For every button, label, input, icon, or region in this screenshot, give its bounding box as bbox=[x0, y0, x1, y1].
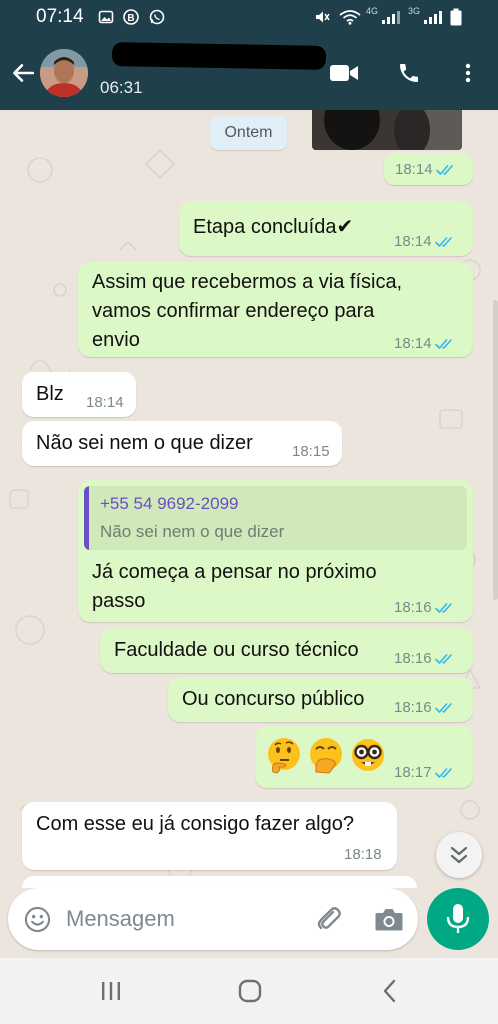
gallery-notification-icon bbox=[98, 10, 114, 24]
image-message-thumbnail[interactable] bbox=[312, 110, 462, 150]
status-time: 07:14 bbox=[36, 6, 84, 27]
message-time: 18:14 bbox=[86, 394, 124, 411]
phone-icon[interactable] bbox=[397, 61, 421, 85]
message-time: 18:17 bbox=[394, 764, 457, 781]
outgoing-message-image-time[interactable]: 18:14 bbox=[384, 153, 473, 185]
time-text: 18:16 bbox=[394, 650, 432, 667]
time-text: 18:14 bbox=[394, 335, 432, 352]
message-composer[interactable]: Mensagem bbox=[8, 888, 418, 950]
message-text: Blz bbox=[36, 383, 64, 405]
more-vert-icon[interactable] bbox=[456, 61, 480, 85]
quote-accent-bar bbox=[84, 486, 89, 550]
message-text: Etapa concluída✔ bbox=[193, 216, 354, 238]
read-receipt-icon bbox=[435, 165, 453, 175]
network-type-a: 4G bbox=[366, 6, 379, 16]
incoming-message-partial[interactable] bbox=[22, 876, 417, 888]
image-content bbox=[312, 110, 462, 150]
message-time: 18:16 bbox=[394, 599, 457, 616]
thinking-face-emoji-icon bbox=[268, 738, 300, 774]
message-text: Ou concurso público bbox=[182, 688, 365, 710]
mic-icon bbox=[446, 904, 470, 933]
back-arrow-icon[interactable] bbox=[10, 60, 36, 86]
nav-home-icon[interactable] bbox=[237, 978, 263, 1004]
quoted-sender: +55 54 9692-2099 bbox=[100, 494, 239, 513]
outgoing-emoji-message[interactable]: 18:17 bbox=[255, 726, 473, 788]
scroll-down-icon bbox=[450, 846, 468, 864]
outgoing-message[interactable]: Etapa concluída✔ 18:14 bbox=[179, 201, 473, 256]
message-time: 18:14 bbox=[394, 233, 457, 250]
outgoing-reply-message[interactable]: +55 54 9692-2099 Não sei nem o que dizer… bbox=[78, 480, 473, 622]
signal-icon-a bbox=[382, 11, 400, 24]
nav-recent-icon[interactable] bbox=[98, 980, 124, 1002]
read-receipt-icon bbox=[434, 703, 452, 713]
emoji-icon[interactable] bbox=[24, 906, 51, 933]
voice-message-button[interactable] bbox=[427, 888, 489, 950]
mute-icon bbox=[316, 11, 330, 23]
read-receipt-icon bbox=[434, 237, 452, 247]
message-time: 18:14 bbox=[394, 335, 457, 352]
scrollbar-thumb[interactable] bbox=[493, 300, 498, 600]
message-text: Já começa a pensar no próximo passo bbox=[92, 561, 377, 612]
time-text: 18:16 bbox=[394, 699, 432, 716]
redacted-contact-name bbox=[111, 42, 327, 70]
quoted-text: Não sei nem o que dizer bbox=[100, 522, 285, 541]
read-receipt-icon bbox=[434, 654, 452, 664]
scroll-to-bottom-button[interactable] bbox=[436, 832, 482, 878]
message-time: 18:16 bbox=[394, 699, 457, 716]
message-text: Faculdade ou curso técnico bbox=[114, 639, 359, 661]
read-receipt-icon bbox=[434, 339, 452, 349]
date-separator: Ontem bbox=[210, 116, 287, 150]
message-time: 18:18 bbox=[344, 846, 382, 863]
message-time: 18:15 bbox=[292, 443, 330, 460]
b-notification-icon: B bbox=[123, 9, 139, 25]
face-with-hand-over-mouth-emoji-icon bbox=[310, 738, 342, 774]
message-text: Não sei nem o que dizer bbox=[36, 432, 253, 454]
status-bar: 07:14 B 4G 3G bbox=[0, 0, 498, 36]
incoming-message[interactable]: Não sei nem o que dizer 18:15 bbox=[22, 421, 342, 466]
outgoing-message[interactable]: Ou concurso público 18:16 bbox=[168, 677, 473, 722]
chat-header: 06:31 bbox=[0, 36, 498, 110]
incoming-message[interactable]: Com esse eu já consigo fazer algo? 18:18 bbox=[22, 802, 397, 870]
battery-icon bbox=[450, 8, 462, 26]
camera-icon[interactable] bbox=[374, 906, 404, 932]
message-text: Assim que recebermos a via física, vamos… bbox=[92, 271, 403, 351]
contact-photo bbox=[40, 49, 88, 97]
message-input[interactable]: Mensagem bbox=[66, 906, 175, 932]
last-seen-time: 06:31 bbox=[100, 78, 143, 97]
system-nav-bar bbox=[0, 958, 498, 1024]
read-receipt-icon bbox=[434, 768, 452, 778]
attach-icon[interactable] bbox=[314, 904, 344, 934]
message-text: Com esse eu já consigo fazer algo? bbox=[36, 813, 354, 835]
network-type-b: 3G bbox=[408, 6, 421, 16]
time-text: 18:16 bbox=[394, 599, 432, 616]
chat-area[interactable]: Ontem 18:14 Etapa concluída✔ 18:14 Assim… bbox=[0, 110, 498, 888]
quoted-message[interactable]: +55 54 9692-2099 Não sei nem o que dizer bbox=[84, 486, 467, 550]
message-time: 18:16 bbox=[394, 650, 457, 667]
whatsapp-notification-icon bbox=[149, 9, 165, 25]
message-time: 18:14 bbox=[395, 161, 458, 178]
nav-back-icon[interactable] bbox=[378, 978, 402, 1004]
time-text: 18:14 bbox=[394, 233, 432, 250]
time-text: 18:17 bbox=[394, 764, 432, 781]
outgoing-message[interactable]: Faculdade ou curso técnico 18:16 bbox=[100, 628, 473, 673]
signal-icon-b bbox=[424, 11, 442, 24]
svg-text:B: B bbox=[127, 13, 134, 24]
nerd-face-emoji-icon bbox=[352, 739, 384, 771]
contact-avatar[interactable] bbox=[40, 49, 88, 97]
wifi-icon bbox=[339, 10, 361, 25]
read-receipt-icon bbox=[434, 603, 452, 613]
time-text: 18:14 bbox=[395, 161, 433, 178]
video-call-icon[interactable] bbox=[329, 63, 359, 83]
outgoing-message[interactable]: Assim que recebermos a via física, vamos… bbox=[78, 262, 473, 357]
incoming-message[interactable]: Blz 18:14 bbox=[22, 372, 136, 417]
